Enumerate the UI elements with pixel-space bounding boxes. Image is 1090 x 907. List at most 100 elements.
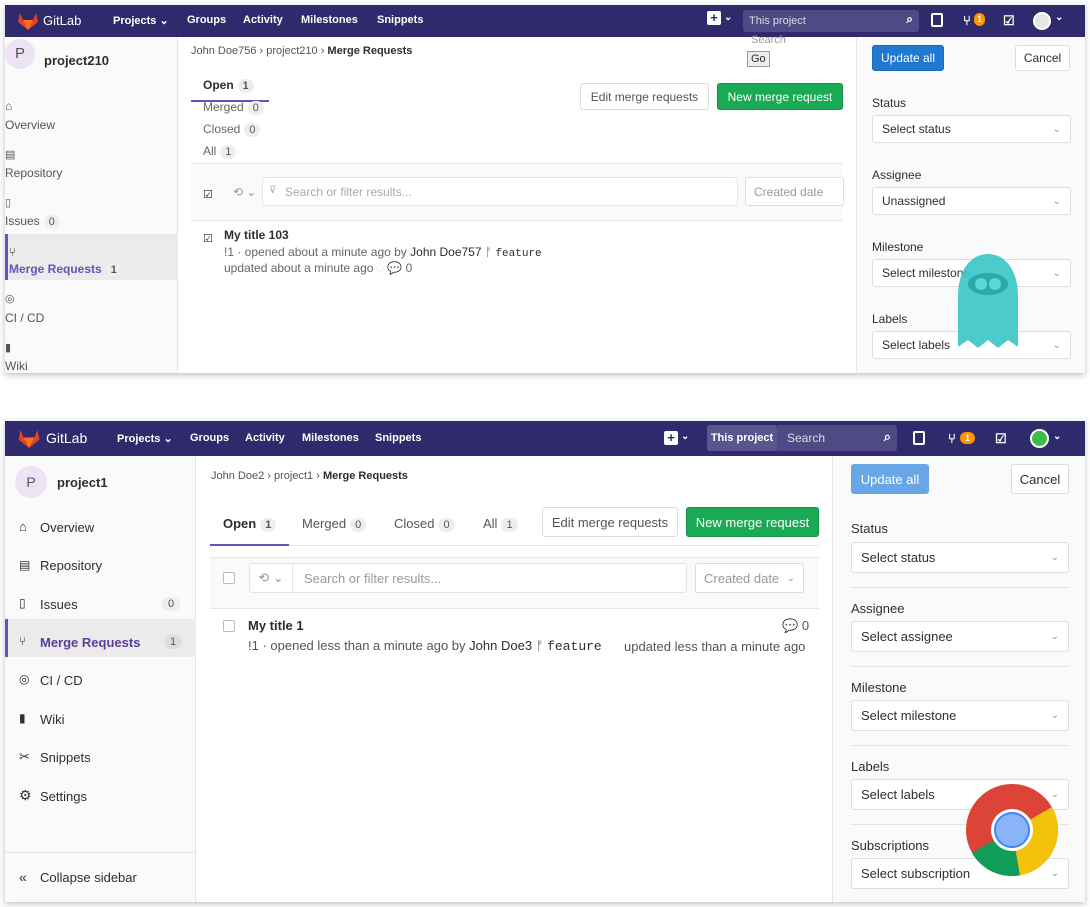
breadcrumb-current[interactable]: Merge Requests [327,45,412,57]
brand-name[interactable]: GitLab [46,430,87,446]
project-avatar[interactable]: P [5,39,35,69]
user-avatar[interactable] [1030,429,1049,448]
chevron-down-icon[interactable]: ⌄ [1055,12,1063,23]
update-all-button[interactable]: Update all [872,45,944,71]
history-dropdown[interactable]: ⟲ ⌄ [249,563,293,593]
nav-snippets[interactable]: Snippets [375,432,421,444]
search-scope-chip[interactable]: This project [707,425,777,451]
search-box[interactable]: Search ⌕ [777,425,897,451]
sidebar-item-overview[interactable]: Overview [5,118,55,132]
search-go-button[interactable]: Go [747,51,770,67]
breadcrumb-current[interactable]: Merge Requests [323,470,408,482]
tab-open[interactable]: Open 1 [203,78,254,94]
gitlab-logo-icon[interactable] [17,428,41,449]
status-select[interactable]: Select status ⌄ [872,115,1071,143]
search-box[interactable]: This project ⌕ [743,10,919,32]
sidebar-item-overview[interactable]: Overview [40,520,94,535]
nav-activity[interactable]: Activity [243,14,283,26]
breadcrumb-user[interactable]: John Doe756 [191,45,256,57]
comments-icon[interactable]: 💬 [387,261,402,275]
brand-name[interactable]: GitLab [43,13,81,28]
tab-closed[interactable]: Closed 0 [394,516,455,533]
book-icon[interactable]: ▮ [5,341,11,354]
breadcrumb-project[interactable]: project210 [266,45,317,57]
sidebar-item-repository[interactable]: Repository [40,558,102,573]
plus-icon[interactable]: + [707,11,721,25]
project-name[interactable]: project210 [44,53,109,68]
mr-title[interactable]: My title 1 [248,618,304,633]
todo-check-icon[interactable]: ☑ [1003,13,1015,29]
sidebar-item-repository[interactable]: Repository [5,166,62,180]
sidebar-item-cicd[interactable]: CI / CD [5,311,44,325]
sort-dropdown[interactable]: Created date [745,177,844,206]
tab-merged[interactable]: Merged 0 [302,516,367,533]
new-merge-request-button[interactable]: New merge request [717,83,843,110]
mr-checkbox-icon[interactable]: ☑ [203,232,213,245]
sidebar-item-cicd[interactable]: CI / CD [40,673,83,688]
mr-comments[interactable]: 💬 0 [782,618,809,634]
status-select[interactable]: Select status ⌄ [851,542,1069,573]
rocket-icon[interactable]: ◎ [5,292,15,305]
project-avatar[interactable]: P [15,466,47,498]
issues-icon[interactable]: ▯ [5,196,11,209]
user-avatar[interactable] [1033,12,1051,30]
repository-icon[interactable]: ▤ [5,148,15,161]
nav-snippets[interactable]: Snippets [377,14,423,26]
merge-request-icon[interactable]: ⑂ [948,431,956,446]
sidebar-item-wiki[interactable]: Wiki [5,359,28,373]
sidebar-toggle-icon[interactable] [931,13,943,27]
search-input[interactable]: This project [749,15,806,27]
chevron-down-icon[interactable]: ⌄ [1053,431,1061,442]
milestone-select[interactable]: Select milestone ⌄ [851,700,1069,731]
search-input[interactable]: Search [787,431,825,445]
collapse-sidebar-button[interactable]: Collapse sidebar [40,870,137,885]
nav-milestones[interactable]: Milestones [302,432,359,444]
filter-search-input[interactable]: Search or filter results... [304,571,441,586]
sidebar-toggle-icon[interactable] [913,431,925,445]
plus-icon[interactable]: + [664,431,678,445]
chevron-down-icon[interactable]: ⌄ [681,431,689,442]
todo-check-icon[interactable]: ☑ [995,431,1007,447]
assignee-select[interactable]: Select assignee ⌄ [851,621,1069,652]
sidebar-item-snippets[interactable]: Snippets [40,750,91,765]
edit-merge-requests-button[interactable]: Edit merge requests [542,507,678,537]
mr-author[interactable]: John Doe757 [410,245,481,259]
gitlab-logo-icon[interactable] [17,11,39,31]
nav-projects[interactable]: Projects ⌄ [113,14,169,27]
tab-all[interactable]: All 1 [203,144,237,160]
tab-all[interactable]: All 1 [483,516,518,533]
nav-groups[interactable]: Groups [187,14,226,26]
sidebar-item-issues[interactable]: Issues [40,597,78,612]
edit-merge-requests-button[interactable]: Edit merge requests [580,83,709,110]
cancel-button[interactable]: Cancel [1015,45,1070,71]
select-all-checkbox-icon[interactable]: ☑ [203,188,213,201]
select-all-checkbox[interactable] [223,572,235,584]
nav-milestones[interactable]: Milestones [301,14,358,26]
nav-groups[interactable]: Groups [190,432,229,444]
sidebar-item-merge-requests[interactable]: Merge Requests 1 [9,262,122,278]
sidebar-item-issues[interactable]: Issues 0 [5,214,60,230]
tab-open[interactable]: Open 1 [223,516,277,533]
tab-merged[interactable]: Merged 0 [203,100,264,116]
merge-request-icon[interactable]: ⑂ [963,13,971,28]
search-label[interactable]: Search [751,34,786,46]
mr-checkbox[interactable] [223,620,235,632]
collapse-icon[interactable]: « [19,869,27,885]
mr-title[interactable]: My title 103 [224,228,289,242]
filter-search-input[interactable]: Search or filter results... [285,185,412,199]
new-merge-request-button[interactable]: New merge request [686,507,819,537]
breadcrumb-project[interactable]: project1 [274,470,313,482]
sort-dropdown[interactable]: Created date ⌄ [695,563,804,593]
home-icon[interactable]: ⌂ [5,99,12,113]
history-icon[interactable]: ⟲ ⌄ [233,185,256,199]
breadcrumb-user[interactable]: John Doe2 [211,470,264,482]
mr-author[interactable]: John Doe3 [469,638,532,653]
tab-closed[interactable]: Closed 0 [203,122,261,138]
assignee-select[interactable]: Unassigned ⌄ [872,187,1071,215]
cancel-button[interactable]: Cancel [1011,464,1069,494]
sidebar-item-settings[interactable]: Settings [40,789,87,804]
sidebar-item-merge-requests[interactable]: Merge Requests [40,635,140,650]
project-name[interactable]: project1 [57,475,108,490]
chevron-down-icon[interactable]: ⌄ [724,12,732,23]
nav-activity[interactable]: Activity [245,432,285,444]
